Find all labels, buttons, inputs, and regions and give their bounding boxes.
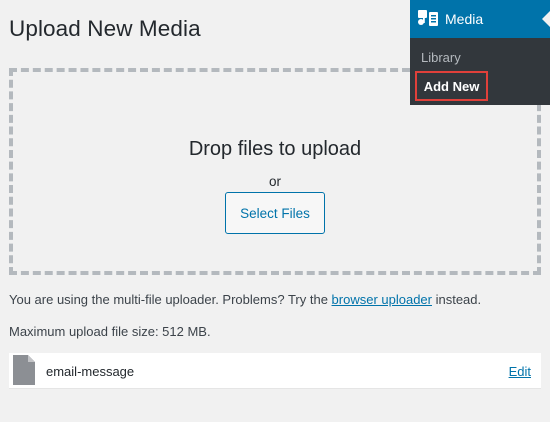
media-filename: email-message — [46, 364, 135, 379]
current-menu-arrow-icon — [542, 11, 550, 27]
menu-item-media-label: Media — [445, 11, 484, 27]
submenu-item-add-new[interactable]: Add New — [415, 71, 488, 101]
uploader-note-suffix: instead. — [431, 292, 482, 307]
uploader-note-prefix: You are using the multi-file uploader. P… — [9, 292, 332, 307]
max-upload-size: Maximum upload file size: 512 MB. — [9, 324, 211, 339]
page-title: Upload New Media — [9, 16, 201, 41]
menu-item-media[interactable]: Media — [410, 0, 550, 38]
uploader-note: You are using the multi-file uploader. P… — [9, 292, 481, 307]
submenu-item-library[interactable]: Library — [421, 50, 461, 65]
select-files-button[interactable]: Select Files — [225, 192, 325, 234]
drop-zone-or: or — [268, 174, 281, 189]
edit-link[interactable]: Edit — [509, 364, 531, 379]
media-item: email-message Edit — [9, 353, 541, 389]
document-icon — [13, 355, 35, 385]
drop-zone-title: Drop files to upload — [188, 138, 362, 160]
browser-uploader-link[interactable]: browser uploader — [332, 292, 432, 307]
admin-menu: Media Library Add New — [410, 0, 550, 105]
media-icon — [418, 10, 438, 28]
